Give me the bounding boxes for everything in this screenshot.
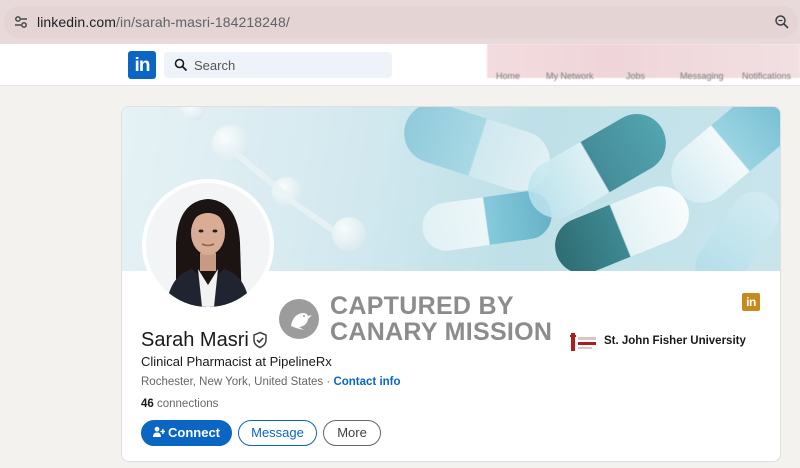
watermark-line-2: CANARY MISSION (330, 318, 553, 346)
connections-label: connections (157, 398, 219, 410)
avatar[interactable] (142, 179, 274, 311)
url-text[interactable]: linkedin.com/in/sarah-masri-184218248/ (37, 14, 290, 30)
connections-count[interactable]: 46 connections (141, 398, 218, 410)
linkedin-top-nav: in Home My Network Jobs Messaging Notifi… (0, 44, 800, 86)
message-button[interactable]: Message (238, 420, 317, 446)
nav-item-home[interactable]: Home (496, 71, 520, 81)
st-john-fisher-logo (570, 333, 596, 351)
zoom-icon[interactable] (774, 14, 790, 30)
linkedin-logo[interactable]: in (128, 51, 156, 79)
banner-molecule (182, 107, 206, 121)
more-button[interactable]: More (323, 420, 381, 446)
banner-molecule (332, 217, 366, 251)
profile-photo (146, 183, 270, 307)
nav-item-jobs[interactable]: Jobs (626, 71, 645, 81)
nav-item-notifications[interactable]: Notifications (742, 71, 791, 81)
contact-info-link[interactable]: Contact info (333, 376, 400, 388)
search-icon (174, 58, 188, 72)
nav-item-messaging[interactable]: Messaging (680, 71, 724, 81)
profile-headline: Clinical Pharmacist at PipelineRx (141, 354, 332, 369)
canary-mission-bird-icon (279, 299, 319, 339)
canary-mission-watermark: CAPTURED BY CANARY MISSION (330, 293, 552, 345)
search-box[interactable] (164, 52, 392, 78)
profile-card: CAPTURED BY CANARY MISSION in St. John F… (121, 106, 781, 462)
linkedin-premium-icon: in (742, 293, 760, 311)
banner-bond (285, 195, 338, 235)
connect-button[interactable]: Connect (141, 420, 232, 446)
browser-toolbar: linkedin.com/in/sarah-masri-184218248/ (0, 0, 800, 44)
nav-items: Home My Network Jobs Messaging Notificat… (494, 71, 800, 85)
url-host: linkedin.com (37, 14, 117, 30)
profile-location: Rochester, New York, United States (141, 376, 324, 388)
add-person-icon (153, 426, 165, 437)
location-row: Rochester, New York, United States · Con… (141, 376, 401, 388)
watermark-line-1: CAPTURED BY (330, 292, 514, 320)
tune-icon[interactable] (14, 15, 28, 29)
nav-item-my-network[interactable]: My Network (546, 71, 594, 81)
connect-label: Connect (168, 425, 220, 440)
url-path: /in/sarah-masri-184218248/ (116, 14, 290, 30)
address-bar[interactable]: linkedin.com/in/sarah-masri-184218248/ (4, 6, 798, 38)
education-name: St. John Fisher University (604, 335, 746, 347)
connections-number: 46 (141, 398, 154, 410)
separator-dot: · (326, 376, 331, 388)
profile-name: Sarah Masri (141, 329, 249, 351)
search-input[interactable] (194, 52, 384, 78)
verified-shield-icon[interactable] (251, 331, 269, 349)
